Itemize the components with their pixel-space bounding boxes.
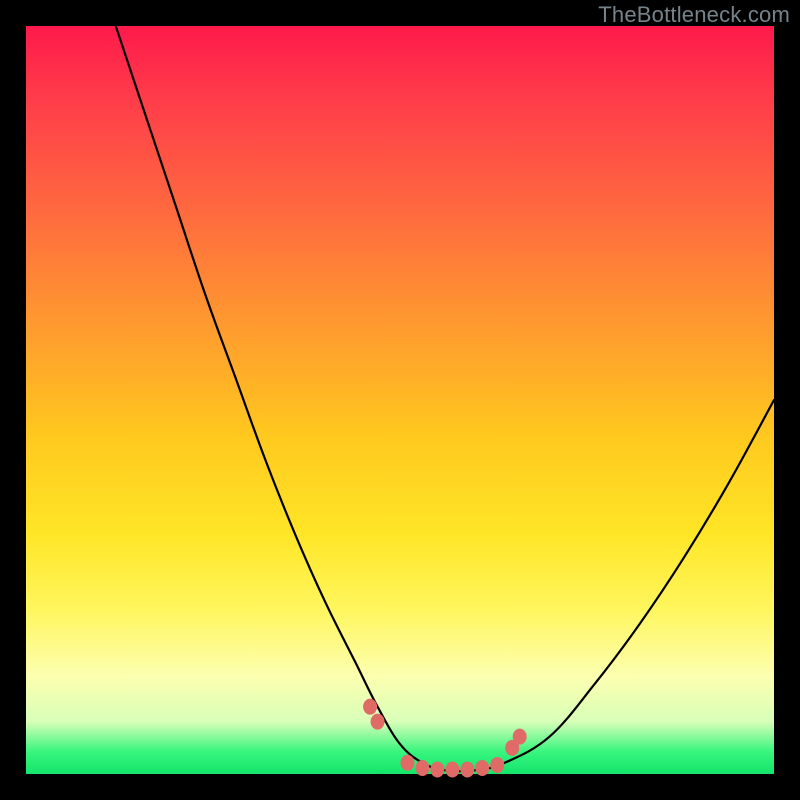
outer-frame: TheBottleneck.com <box>0 0 800 800</box>
highlight-dot <box>363 699 377 715</box>
highlight-dot <box>475 760 489 776</box>
watermark-text: TheBottleneck.com <box>598 2 790 28</box>
highlight-dot <box>445 762 459 778</box>
highlight-dots-group <box>363 699 527 778</box>
highlight-dot <box>400 755 414 771</box>
highlight-dot <box>460 762 474 778</box>
highlight-dot <box>371 714 385 730</box>
bottleneck-curve <box>116 26 774 771</box>
chart-svg <box>26 26 774 774</box>
highlight-dot <box>415 760 429 776</box>
highlight-dot <box>490 757 504 773</box>
chart-plot-area <box>26 26 774 774</box>
highlight-dot <box>430 762 444 778</box>
highlight-dot <box>513 729 527 745</box>
